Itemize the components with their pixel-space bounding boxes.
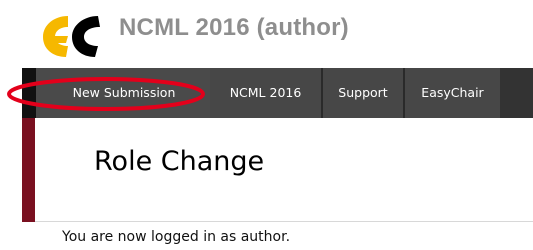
main-navbar: New Submission NCML 2016 Support EasyCha…: [22, 68, 533, 118]
header: NCML 2016 (author): [0, 0, 533, 65]
content-divider: [35, 221, 533, 222]
accent-bar: [22, 118, 35, 222]
navbar-edge: [22, 68, 36, 118]
easychair-logo-icon[interactable]: [38, 12, 108, 60]
page-title: Role Change: [94, 146, 265, 177]
status-message: You are now logged in as author.: [62, 229, 291, 245]
nav-item-support[interactable]: Support: [323, 68, 403, 118]
app-title: NCML 2016 (author): [119, 14, 349, 41]
nav-item-conference[interactable]: NCML 2016: [210, 68, 321, 118]
nav-item-easychair[interactable]: EasyChair: [405, 68, 500, 118]
nav-item-new-submission[interactable]: New Submission: [36, 68, 212, 118]
